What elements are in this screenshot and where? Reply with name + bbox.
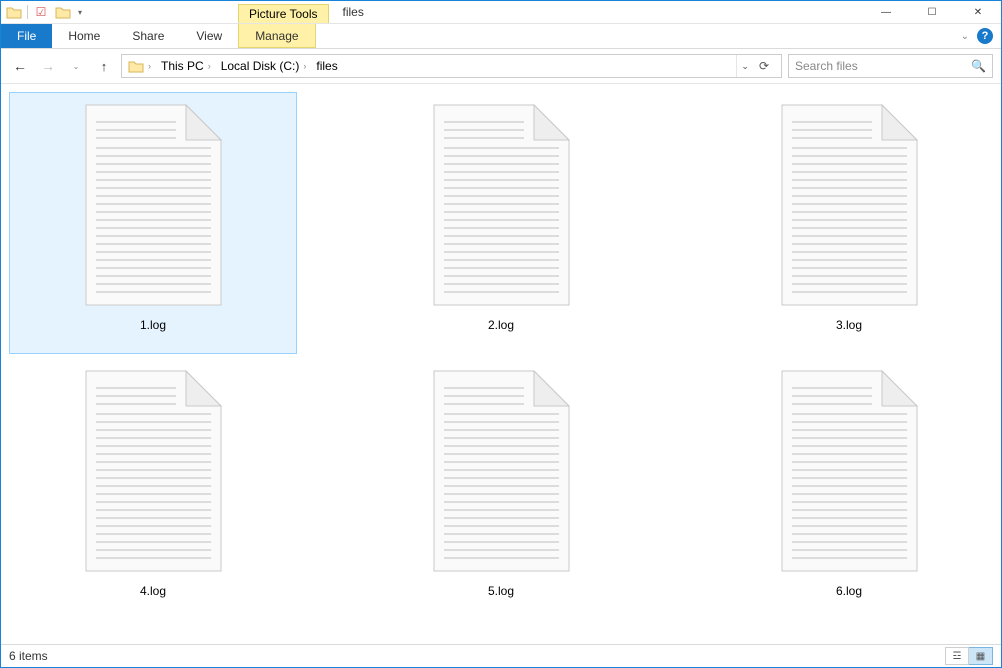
file-label: 1.log [140,318,166,332]
address-bar[interactable]: › This PC › Local Disk (C:) › files ⌄ ⟳ [121,54,782,78]
ribbon-collapse-icon[interactable]: ⌄ [961,31,969,42]
context-tab-picture-tools[interactable]: Picture Tools [238,4,328,23]
help-icon[interactable]: ? [977,28,993,44]
titlebar: ☑ ▾ Picture Tools files — ☐ ✕ [1,1,1001,24]
window-controls: — ☐ ✕ [863,1,1001,23]
file-item[interactable]: 5.log [357,358,645,620]
file-icon [416,363,586,578]
status-bar: 6 items ☲ ▦ [1,644,1001,667]
qat-customize-dropdown[interactable]: ▾ [76,8,84,17]
nav-recent-dropdown[interactable]: ⌄ [65,55,87,77]
file-icon [416,97,586,312]
tab-home[interactable]: Home [52,24,116,48]
minimize-button[interactable]: — [863,1,909,23]
file-grid[interactable]: 1.log 2.log 3.log 4.log 5.log 6.log [1,84,1001,644]
crumb-this-pc[interactable]: This PC › [157,55,215,77]
new-folder-icon[interactable] [54,3,72,21]
search-box[interactable]: 🔍 [788,54,993,78]
file-item[interactable]: 1.log [9,92,297,354]
close-button[interactable]: ✕ [955,1,1001,23]
crumb-drive[interactable]: Local Disk (C:) › [217,55,311,77]
window-title: files [343,5,364,19]
file-label: 6.log [836,584,862,598]
file-icon [764,363,934,578]
navbar: ← → ⌄ ↑ › This PC › Local Disk (C:) › fi… [1,49,1001,84]
tab-file[interactable]: File [1,24,52,48]
nav-back-button[interactable]: ← [9,55,31,77]
quick-access-toolbar: ☑ ▾ [1,1,88,23]
ribbon-tabs: File Home Share View Manage ⌄ ? [1,24,1001,49]
crumb-root-icon[interactable]: › [124,55,155,77]
tab-share[interactable]: Share [116,24,180,48]
crumb-folder[interactable]: files [312,55,341,77]
nav-up-button[interactable]: ↑ [93,55,115,77]
file-label: 2.log [488,318,514,332]
crumb-label: Local Disk (C:) [221,59,300,73]
file-item[interactable]: 6.log [705,358,993,620]
crumb-label: This PC [161,59,204,73]
status-count: 6 items [9,649,48,663]
tab-manage[interactable]: Manage [238,24,315,48]
file-label: 5.log [488,584,514,598]
file-icon [68,97,238,312]
address-dropdown-icon[interactable]: ⌄ [741,61,749,72]
tab-view[interactable]: View [180,24,238,48]
nav-forward-button[interactable]: → [37,55,59,77]
search-icon[interactable]: 🔍 [971,59,986,73]
file-label: 3.log [836,318,862,332]
refresh-icon[interactable]: ⟳ [753,59,775,73]
separator [27,5,28,19]
file-item[interactable]: 4.log [9,358,297,620]
search-input[interactable] [795,59,971,73]
view-icons-button[interactable]: ▦ [969,647,993,665]
crumb-label: files [316,59,337,73]
file-icon [68,363,238,578]
file-item[interactable]: 3.log [705,92,993,354]
view-details-button[interactable]: ☲ [945,647,969,665]
file-item[interactable]: 2.log [357,92,645,354]
view-toggle: ☲ ▦ [945,647,993,665]
properties-icon[interactable]: ☑ [32,3,50,21]
maximize-button[interactable]: ☐ [909,1,955,23]
file-icon [764,97,934,312]
folder-icon [5,3,23,21]
file-label: 4.log [140,584,166,598]
